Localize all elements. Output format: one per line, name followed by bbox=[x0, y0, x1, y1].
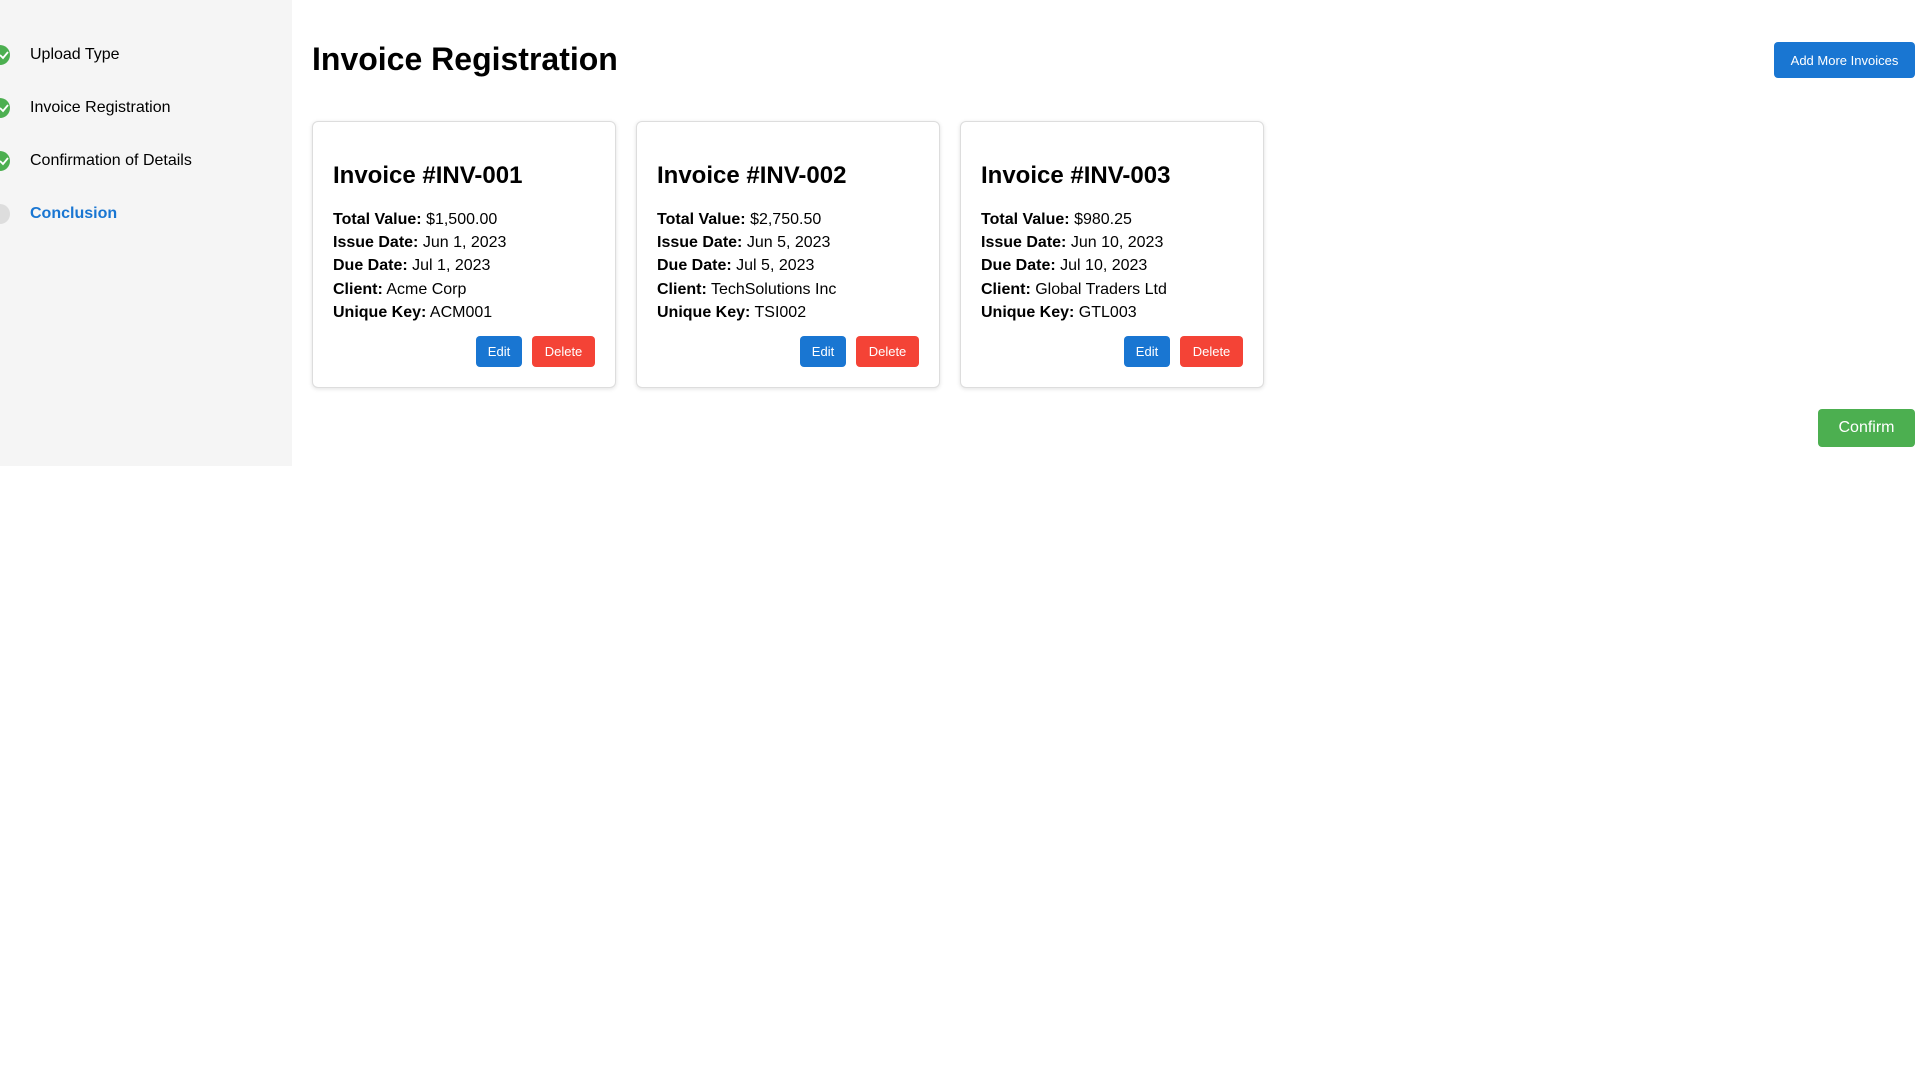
invoice-details: Total Value: $2,750.50 Issue Date: Jun 5… bbox=[657, 208, 836, 324]
total-value: $980.25 bbox=[1074, 211, 1132, 228]
invoice-actions: Edit Delete bbox=[1124, 336, 1243, 367]
total-value: $1,500.00 bbox=[426, 211, 498, 228]
issue-date: Jun 5, 2023 bbox=[746, 234, 831, 252]
progress-sidebar: Upload Type Invoice Registration Confirm… bbox=[0, 0, 292, 466]
edit-button[interactable]: Edit bbox=[1124, 336, 1170, 367]
due-date-row: Due Date: Jul 1, 2023 bbox=[333, 254, 506, 277]
issue-date-row: Issue Date: Jun 10, 2023 bbox=[981, 231, 1167, 254]
issue-date: Jun 1, 2023 bbox=[422, 234, 507, 252]
issue-date: Jun 10, 2023 bbox=[1070, 234, 1164, 252]
client-row: Client: Global Traders Ltd bbox=[981, 278, 1167, 301]
field-label: Client: bbox=[981, 280, 1031, 298]
total-value: $2,750.50 bbox=[750, 211, 822, 228]
step-label: Upload Type bbox=[30, 46, 120, 63]
field-label: Issue Date: bbox=[981, 234, 1067, 252]
invoice-title: Invoice #INV-001 bbox=[333, 162, 523, 189]
page-title: Invoice Registration bbox=[312, 41, 618, 77]
invoice-title: Invoice #INV-003 bbox=[981, 162, 1171, 189]
field-label: Issue Date: bbox=[657, 234, 743, 252]
unique-key-row: Unique Key: GTL003 bbox=[981, 301, 1167, 324]
edit-button[interactable]: Edit bbox=[476, 336, 522, 367]
invoice-title: Invoice #INV-002 bbox=[657, 162, 847, 189]
field-label: Unique Key: bbox=[981, 303, 1075, 321]
step-label: Invoice Registration bbox=[30, 99, 171, 116]
unique-key: TSI002 bbox=[754, 303, 807, 321]
client: Acme Corp bbox=[386, 280, 467, 298]
check-icon bbox=[0, 45, 10, 65]
check-icon bbox=[0, 151, 10, 171]
due-date-row: Due Date: Jul 10, 2023 bbox=[981, 254, 1167, 277]
unique-key: ACM001 bbox=[429, 303, 493, 321]
step-label: Conclusion bbox=[30, 205, 118, 222]
field-label: Due Date: bbox=[333, 257, 408, 275]
invoice-actions: Edit Delete bbox=[800, 336, 919, 367]
invoice-card: Invoice #INV-003 Total Value: $980.25 Is… bbox=[960, 121, 1264, 388]
invoice-actions: Edit Delete bbox=[476, 336, 595, 367]
delete-button[interactable]: Delete bbox=[1180, 336, 1243, 367]
client-row: Client: TechSolutions Inc bbox=[657, 278, 836, 301]
unique-key: GTL003 bbox=[1078, 303, 1137, 321]
total-value-row: Total Value: $1,500.00 bbox=[333, 208, 506, 231]
field-label: Total Value: bbox=[657, 211, 746, 228]
add-more-invoices-button[interactable]: Add More Invoices bbox=[1774, 42, 1915, 78]
delete-button[interactable]: Delete bbox=[856, 336, 919, 367]
field-label: Unique Key: bbox=[333, 303, 427, 321]
unique-key-row: Unique Key: TSI002 bbox=[657, 301, 836, 324]
unique-key-row: Unique Key: ACM001 bbox=[333, 301, 506, 324]
field-label: Issue Date: bbox=[333, 234, 419, 252]
issue-date-row: Issue Date: Jun 5, 2023 bbox=[657, 231, 836, 254]
client: TechSolutions Inc bbox=[710, 280, 837, 298]
circle-icon bbox=[0, 204, 10, 224]
due-date: Jul 5, 2023 bbox=[736, 257, 815, 275]
issue-date-row: Issue Date: Jun 1, 2023 bbox=[333, 231, 506, 254]
invoice-card: Invoice #INV-001 Total Value: $1,500.00 … bbox=[312, 121, 616, 388]
field-label: Client: bbox=[333, 280, 383, 298]
step-label: Confirmation of Details bbox=[30, 152, 192, 169]
delete-button[interactable]: Delete bbox=[532, 336, 595, 367]
field-label: Total Value: bbox=[333, 211, 422, 228]
due-date: Jul 10, 2023 bbox=[1060, 257, 1148, 275]
field-label: Client: bbox=[657, 280, 707, 298]
due-date-row: Due Date: Jul 5, 2023 bbox=[657, 254, 836, 277]
invoice-card: Invoice #INV-002 Total Value: $2,750.50 … bbox=[636, 121, 940, 388]
field-label: Due Date: bbox=[657, 257, 732, 275]
client-row: Client: Acme Corp bbox=[333, 278, 506, 301]
client: Global Traders Ltd bbox=[1035, 280, 1167, 298]
field-label: Due Date: bbox=[981, 257, 1056, 275]
field-label: Unique Key: bbox=[657, 303, 751, 321]
confirm-button[interactable]: Confirm bbox=[1818, 409, 1915, 447]
invoice-details: Total Value: $980.25 Issue Date: Jun 10,… bbox=[981, 208, 1167, 324]
total-value-row: Total Value: $2,750.50 bbox=[657, 208, 836, 231]
field-label: Total Value: bbox=[981, 211, 1070, 228]
total-value-row: Total Value: $980.25 bbox=[981, 208, 1167, 231]
edit-button[interactable]: Edit bbox=[800, 336, 846, 367]
due-date: Jul 1, 2023 bbox=[412, 257, 491, 275]
check-icon bbox=[0, 98, 10, 118]
invoice-details: Total Value: $1,500.00 Issue Date: Jun 1… bbox=[333, 208, 506, 324]
